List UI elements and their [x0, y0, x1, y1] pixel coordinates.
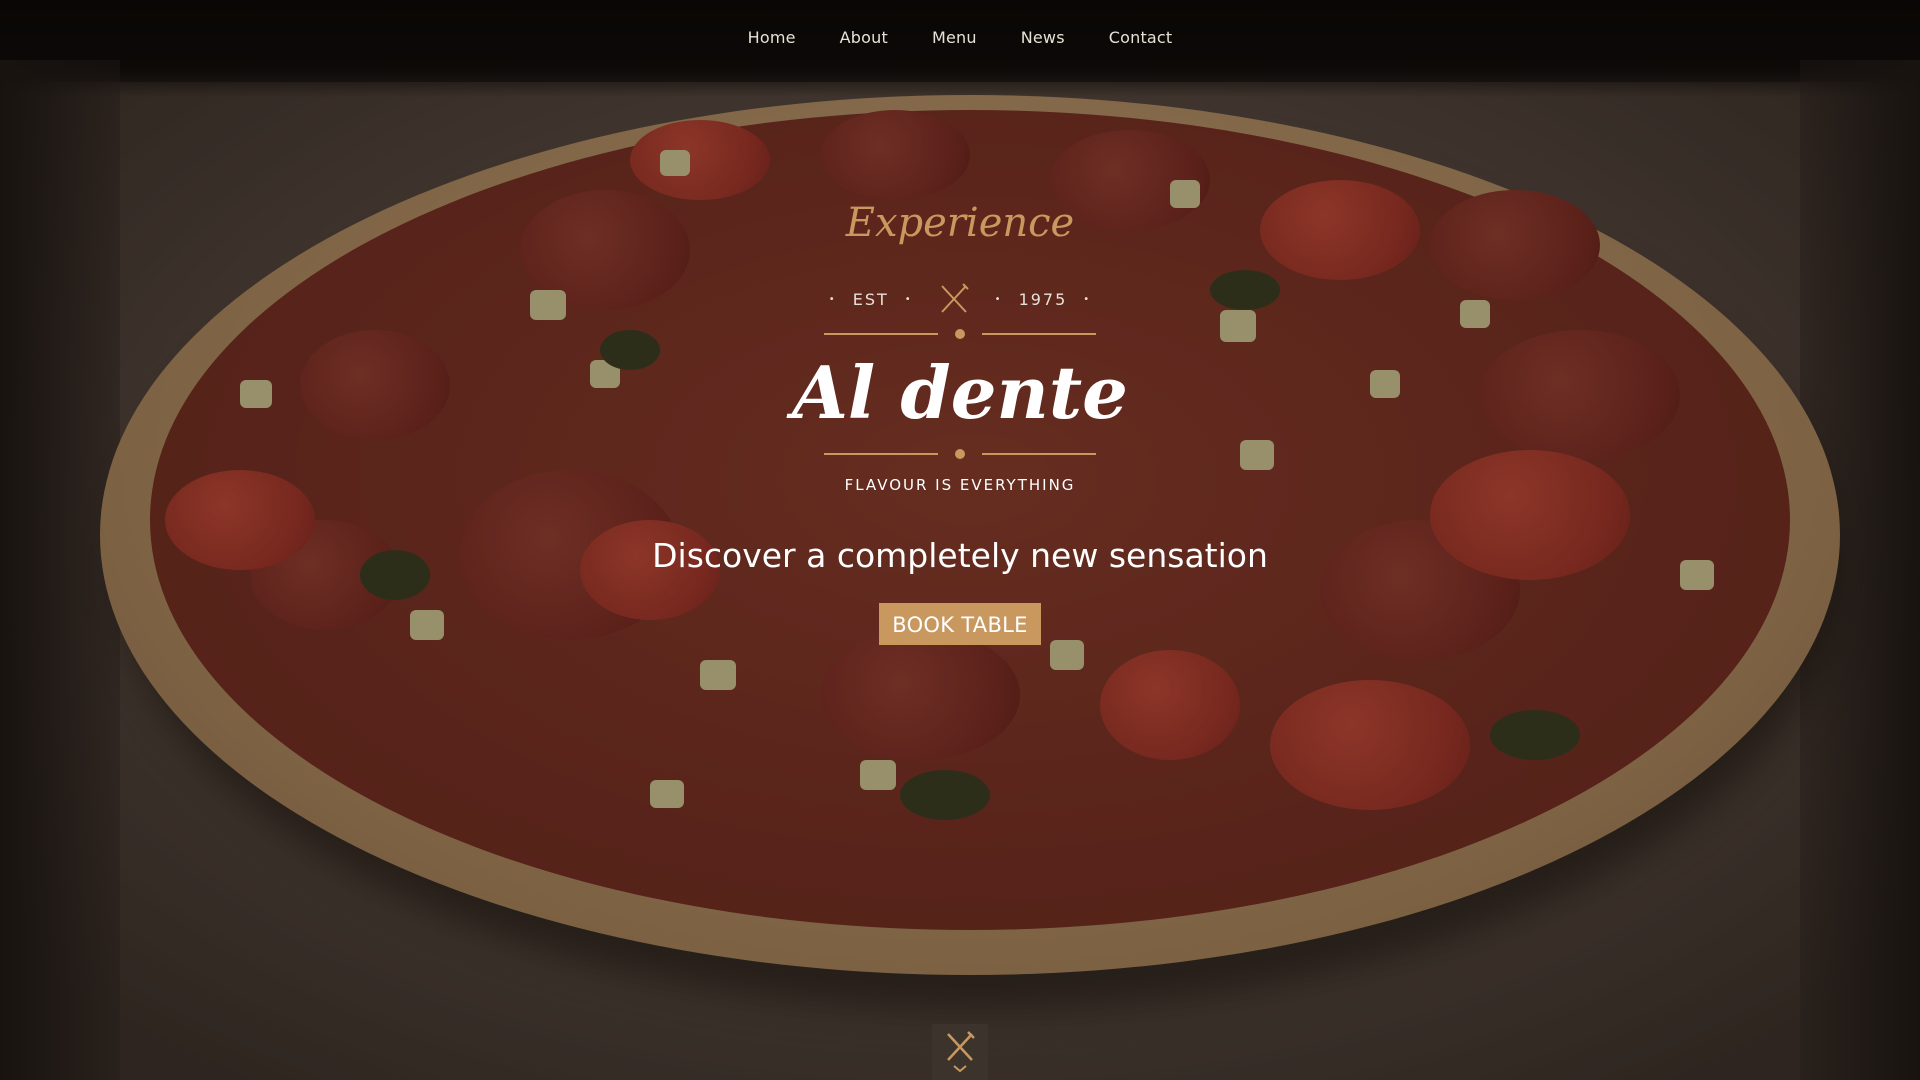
dot-separator: •: [904, 293, 913, 305]
nav-home[interactable]: Home: [748, 28, 796, 47]
est-label: EST: [852, 289, 889, 309]
est-year: 1975: [1018, 289, 1068, 309]
nav-news[interactable]: News: [1021, 28, 1065, 47]
dot-separator: •: [828, 293, 837, 305]
hero-headline: Discover a completely new sensation: [652, 536, 1268, 575]
nav-menu[interactable]: Menu: [932, 28, 977, 47]
nav-contact[interactable]: Contact: [1109, 28, 1173, 47]
main-nav: Home About Menu News Contact: [0, 28, 1920, 47]
scroll-down-button[interactable]: [932, 1024, 988, 1080]
nav-about[interactable]: About: [840, 28, 888, 47]
tagline: FLAVOUR IS EVERYTHING: [844, 476, 1076, 494]
ornament-divider-top: [824, 328, 1096, 340]
hero-kicker: Experience: [845, 200, 1075, 246]
ornament-divider-bottom: [824, 448, 1096, 460]
landing-page: Home About Menu News Contact Experience …: [0, 0, 1920, 1080]
established-row: • EST • • 1975 •: [0, 282, 1920, 316]
brand-title: Al dente: [792, 350, 1128, 435]
dot-separator: •: [994, 293, 1003, 305]
cutlery-icon: [937, 282, 971, 316]
dot-separator: •: [1083, 293, 1092, 305]
cutlery-down-icon: [940, 1024, 980, 1080]
book-table-button[interactable]: BOOK TABLE: [879, 603, 1041, 645]
hero-content: Experience • EST • • 1975 • Al dente FLA…: [0, 200, 1920, 645]
